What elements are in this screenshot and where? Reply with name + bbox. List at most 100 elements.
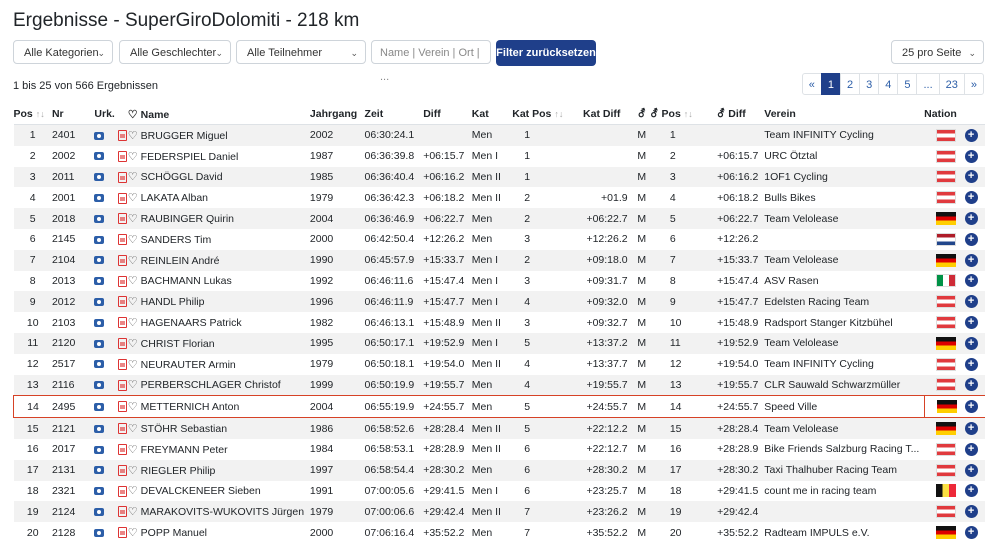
table-row[interactable]: 18 2321 ♡ DEVALCKENEER Sieben 1991 07:00:05.6… [14, 481, 986, 502]
athlete-name[interactable]: MARAKOVITS-WUKOVITS Jürgen [141, 506, 304, 518]
heart-icon[interactable]: ♡ [128, 255, 138, 267]
camera-icon[interactable] [94, 424, 105, 433]
table-row[interactable]: 11 2120 ♡ CHRIST Florian 1995 06:50:17.1 +19:5… [13, 332, 985, 354]
athlete-name[interactable]: SCHÖGGL David [141, 171, 223, 183]
heart-icon[interactable]: ♡ [128, 379, 138, 391]
page-link[interactable]: 1 [820, 73, 841, 95]
table-row[interactable]: 2 2002 ♡ FEDERSPIEL Daniel 1987 06:36:39.8 +06… [14, 146, 986, 167]
table-row[interactable]: 9 2012 ♡ HANDL Philip 1996 06:46:11.9 +15:47.7… [13, 291, 985, 313]
plus-circle-icon[interactable]: + [964, 253, 978, 267]
camera-icon[interactable] [94, 402, 105, 411]
pdf-icon[interactable] [118, 171, 128, 183]
heart-icon[interactable]: ♡ [128, 359, 138, 371]
table-row[interactable]: 10 2103 ♡ HAGENAARS Patrick 1982 06:46:13.1 +1… [14, 312, 986, 333]
page-link[interactable]: « [801, 73, 822, 95]
cell-name[interactable]: ♡ DEVALCKENEER Sieben [128, 481, 310, 502]
plus-circle-icon[interactable]: + [964, 232, 978, 246]
table-row[interactable]: 19 2124 ♡ MARAKOVITS-WUKOVITS Jürgen 1979 07:… [13, 501, 985, 523]
plus-circle-icon[interactable]: + [964, 400, 978, 414]
table-row[interactable]: 1 2401 ♡ BRUGGER Miguel 2002 06:30:24.1 Men 1 M 1… [13, 124, 985, 146]
cell-name[interactable]: ♡ HANDL Philip [127, 291, 310, 313]
table-row[interactable]: 7 2104 ♡ REINLEIN André 1990 06:45:57.9 +15:33… [13, 249, 985, 271]
page-link[interactable]: 3 [859, 73, 880, 95]
athlete-name[interactable]: RAUBINGER Quirin [141, 213, 234, 225]
pdf-icon[interactable] [118, 485, 128, 497]
reset-filter-button[interactable]: Filter zurücksetzen [496, 40, 596, 66]
athlete-name[interactable]: HAGENAARS Patrick [141, 317, 242, 329]
cell-name[interactable]: ♡ REINLEIN André [127, 249, 310, 271]
search-input[interactable]: Name | Verein | Ort | ... [371, 40, 491, 83]
col-sex-diff[interactable]: ⚦ Diff [716, 104, 765, 125]
athlete-name[interactable]: BACHMANN Lukas [141, 275, 232, 287]
table-row[interactable]: 5 2018 ♡ RAUBINGER Quirin 2004 06:36:46.9 +06:… [13, 208, 985, 229]
pdf-icon[interactable] [118, 506, 128, 518]
page-link[interactable]: 5 [897, 73, 918, 95]
pdf-icon[interactable] [118, 401, 128, 413]
pdf-icon[interactable] [118, 338, 128, 350]
cell-name[interactable]: ♡ SCHÖGGL David [127, 166, 310, 188]
pdf-icon[interactable] [118, 213, 128, 225]
col-kat[interactable]: Kat [471, 104, 513, 125]
cell-name[interactable]: ♡ HAGENAARS Patrick [128, 312, 310, 333]
cell-name[interactable]: ♡ RAUBINGER Quirin [127, 208, 310, 229]
pdf-icon[interactable] [118, 379, 128, 391]
athlete-name[interactable]: METTERNICH Anton [141, 401, 240, 413]
athlete-name[interactable]: LAKATA Alban [141, 192, 208, 204]
col-jahrgang[interactable]: Jahrgang [309, 104, 365, 125]
heart-icon[interactable]: ♡ [128, 506, 138, 518]
table-row[interactable]: 17 2131 ♡ RIEGLER Philip 1997 06:58:54.4 +28:3… [13, 459, 985, 481]
athlete-name[interactable]: CHRIST Florian [141, 338, 215, 350]
pdf-icon[interactable] [118, 423, 128, 435]
camera-icon[interactable] [94, 528, 105, 537]
pdf-icon[interactable] [118, 130, 128, 142]
col-pos[interactable]: Pos ↑↓ [13, 104, 52, 125]
camera-icon[interactable] [94, 507, 105, 516]
table-row[interactable]: 13 2116 ♡ PERBERSCHLAGER Christof 1999 06:50:… [13, 374, 985, 396]
table-row[interactable]: 14 2495 ♡ METTERNICH Anton 2004 06:55:19.9 +24… [12, 395, 985, 419]
page-link[interactable]: ... [916, 73, 940, 95]
camera-icon[interactable] [94, 277, 105, 286]
col-verein[interactable]: Verein [764, 104, 925, 125]
plus-circle-icon[interactable]: + [964, 378, 978, 392]
table-row[interactable]: 6 2145 ♡ SANDERS Tim 2000 06:42:50.4 +12:26.2 M… [14, 229, 986, 250]
camera-icon[interactable] [94, 235, 105, 244]
cell-name[interactable]: ♡ METTERNICH Anton [127, 395, 310, 419]
athlete-name[interactable]: DEVALCKENEER Sieben [141, 485, 261, 497]
heart-icon[interactable]: ♡ [128, 213, 138, 225]
heart-icon[interactable]: ♡ [128, 234, 138, 246]
cell-name[interactable]: ♡ MARAKOVITS-WUKOVITS Jürgen [127, 501, 310, 523]
pdf-icon[interactable] [118, 150, 128, 162]
cell-name[interactable]: ♡ POPP Manuel [128, 522, 310, 543]
heart-icon[interactable]: ♡ [128, 527, 138, 539]
athlete-name[interactable]: SANDERS Tim [141, 234, 212, 246]
plus-circle-icon[interactable]: + [964, 274, 978, 288]
camera-icon[interactable] [94, 339, 105, 348]
athlete-name[interactable]: BRUGGER Miguel [141, 130, 228, 142]
plus-circle-icon[interactable]: + [964, 170, 978, 184]
athlete-name[interactable]: NEURAUTER Armin [141, 359, 236, 371]
plus-circle-icon[interactable]: + [964, 191, 978, 205]
camera-icon[interactable] [94, 131, 105, 140]
cell-name[interactable]: ♡ LAKATA Alban [128, 187, 310, 208]
camera-icon[interactable] [94, 318, 105, 327]
table-row[interactable]: 4 2001 ♡ LAKATA Alban 1979 06:36:42.3 +06:18.2… [14, 187, 986, 208]
heart-icon[interactable]: ♡ [128, 171, 138, 183]
camera-icon[interactable] [94, 297, 105, 306]
heart-icon[interactable]: ♡ [128, 275, 138, 287]
plus-circle-icon[interactable]: + [964, 526, 978, 540]
camera-icon[interactable] [94, 214, 105, 223]
cell-name[interactable]: ♡ BACHMANN Lukas [128, 271, 310, 292]
col-diff[interactable]: Diff [423, 104, 472, 125]
page-link[interactable]: 4 [878, 73, 899, 95]
heart-icon[interactable]: ♡ [128, 130, 138, 142]
plus-circle-icon[interactable]: + [964, 336, 978, 350]
col-sex-pos[interactable]: ⚦ Pos ↑↓ [649, 104, 717, 125]
plus-circle-icon[interactable]: + [964, 505, 978, 519]
athlete-name[interactable]: REINLEIN André [141, 255, 220, 267]
plus-circle-icon[interactable]: + [964, 149, 978, 163]
gender-select[interactable]: Alle Geschlechter ⌄ [119, 40, 231, 64]
athlete-name[interactable]: STÖHR Sebastian [141, 423, 227, 435]
cell-name[interactable]: ♡ RIEGLER Philip [127, 459, 310, 481]
participants-select[interactable]: Alle Teilnehmer ⌄ [236, 40, 366, 64]
table-row[interactable]: 20 2128 ♡ POPP Manuel 2000 07:06:16.4 +35:52.2… [14, 522, 986, 543]
